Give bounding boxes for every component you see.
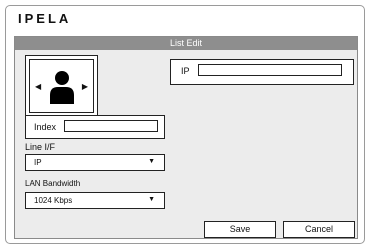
index-group: Index xyxy=(25,115,165,139)
ip-label: IP xyxy=(181,66,190,76)
prev-arrow-icon[interactable]: ◀ xyxy=(35,82,41,91)
chevron-down-icon: ▼ xyxy=(148,196,155,203)
camera-preview-frame: ◀ ▶ xyxy=(29,59,94,113)
ipela-logo: IPELA xyxy=(18,11,72,26)
list-edit-dialog: List Edit ◀ ▶ IP Index Line I/F IP ▼ LAN… xyxy=(14,36,358,239)
person-icon xyxy=(49,68,75,104)
cancel-button[interactable]: Cancel xyxy=(283,221,355,238)
lan-bandwidth-label: LAN Bandwidth xyxy=(25,179,81,188)
line-if-value: IP xyxy=(34,158,42,167)
line-if-label: Line I/F xyxy=(25,142,56,152)
ip-input[interactable] xyxy=(198,64,342,76)
lan-bandwidth-value: 1024 Kbps xyxy=(34,196,73,205)
camera-preview: ◀ ▶ xyxy=(25,55,98,117)
chevron-down-icon: ▼ xyxy=(148,158,155,165)
line-if-select[interactable]: IP ▼ xyxy=(25,154,165,171)
dialog-title: List Edit xyxy=(15,37,357,50)
index-input[interactable] xyxy=(64,120,158,132)
save-button[interactable]: Save xyxy=(204,221,276,238)
index-label: Index xyxy=(34,122,57,132)
next-arrow-icon[interactable]: ▶ xyxy=(82,82,88,91)
lan-bandwidth-select[interactable]: 1024 Kbps ▼ xyxy=(25,192,165,209)
ip-group: IP xyxy=(170,59,354,85)
